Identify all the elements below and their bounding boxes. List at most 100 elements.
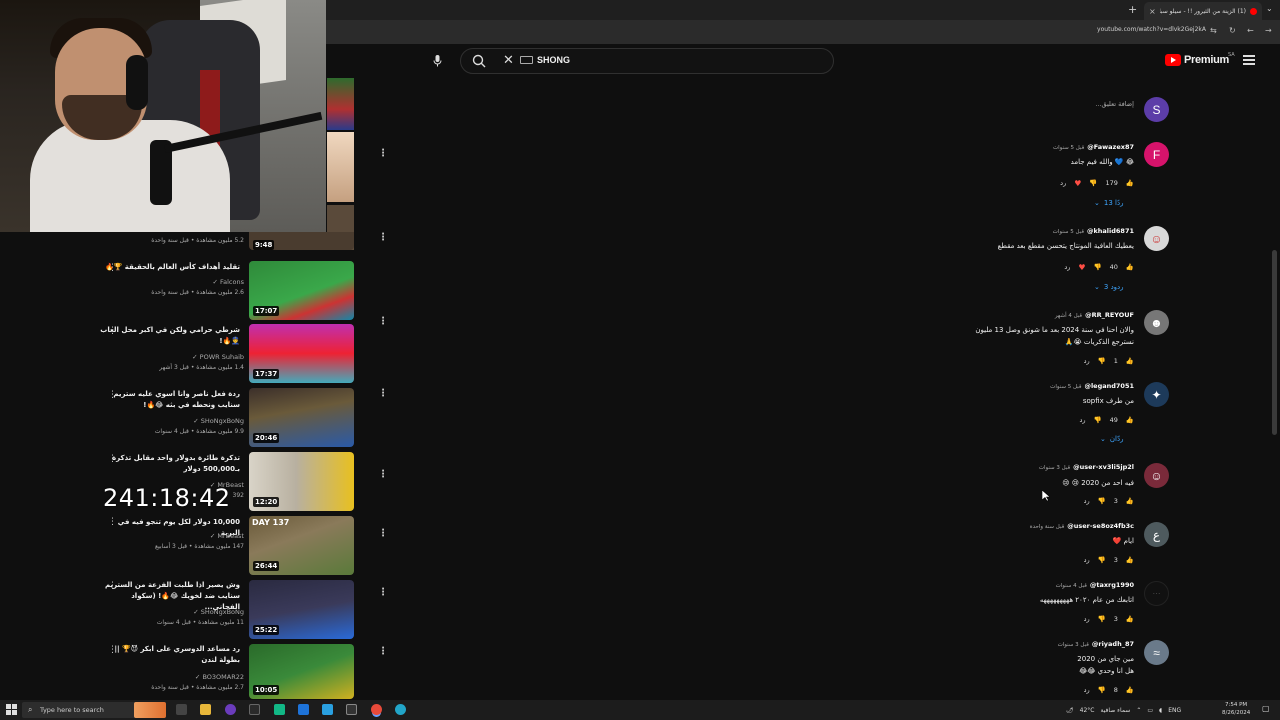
telegram-icon[interactable]	[322, 704, 333, 715]
search-icon[interactable]	[472, 53, 486, 72]
reply-button[interactable]: رد	[1079, 416, 1085, 424]
like-icon[interactable]: 👍	[1126, 179, 1134, 187]
windows-start-icon[interactable]	[6, 704, 17, 715]
back-icon[interactable]: ←	[1247, 26, 1254, 35]
video-title[interactable]: ردة فعل ناصر وانا اسوي عليه ستريم سنايب …	[100, 389, 240, 411]
video-title[interactable]: رد مساعد الدوسري على ابكر 😈🏆 || بطولة لن…	[100, 644, 240, 666]
forward-icon[interactable]: →	[1265, 26, 1272, 35]
comment-more-icon[interactable]: ⋮	[378, 148, 388, 159]
like-icon[interactable]: 👍	[1126, 497, 1134, 505]
reply-button[interactable]: رد	[1084, 497, 1090, 505]
new-tab-button[interactable]: +	[1128, 3, 1137, 16]
system-tray: 🌶 42°C سماء صافية ⌃ ▭ ◖ ENG	[1066, 703, 1181, 717]
app-icon[interactable]	[225, 704, 236, 715]
menu-icon[interactable]	[1243, 55, 1255, 67]
comment-more-icon[interactable]: ⋮	[378, 587, 388, 598]
add-comment-field[interactable]: إضافة تعليق...	[1095, 98, 1134, 110]
dislike-icon[interactable]: 👎	[1098, 357, 1106, 365]
comment-avatar[interactable]: ✦	[1144, 382, 1169, 407]
keyboard-icon[interactable]	[520, 56, 533, 64]
page-scrollbar[interactable]	[1272, 250, 1277, 435]
video-thumbnail[interactable]: 12:20	[249, 452, 354, 511]
comment-more-icon[interactable]: ⋮	[378, 528, 388, 539]
tab-close-icon[interactable]: ×	[1149, 7, 1156, 16]
comment-avatar[interactable]: ☺	[1144, 463, 1169, 488]
video-thumbnail[interactable]: 17:37	[249, 324, 354, 383]
comment-more-icon[interactable]: ⋮	[378, 469, 388, 480]
replies-toggle[interactable]: ⌄ ردّان	[1100, 435, 1123, 443]
dislike-icon[interactable]: 👎	[1094, 416, 1102, 424]
app-icon[interactable]	[249, 704, 260, 715]
like-icon[interactable]: 👍	[1126, 686, 1134, 694]
video-channel[interactable]: ✓ SHoNgxBoNg	[193, 608, 244, 616]
like-icon[interactable]: 👍	[1126, 615, 1134, 623]
comment-avatar[interactable]: ☻	[1144, 310, 1169, 335]
reply-button[interactable]: رد	[1064, 263, 1070, 271]
task-view-icon[interactable]	[176, 704, 187, 715]
video-title[interactable]: شرطي حرامي ولكن في اكبر محل العاب 👮🔥!	[100, 325, 240, 347]
replies-toggle[interactable]: ⌄ 3 ردود	[1094, 283, 1124, 291]
comment-more-icon[interactable]: ⋮	[378, 232, 388, 243]
voice-search-icon[interactable]	[427, 51, 447, 71]
replies-toggle[interactable]: ⌄ 13 ردًا	[1094, 199, 1123, 207]
comment-avatar[interactable]: ···	[1144, 581, 1169, 606]
comment-avatar[interactable]: ≈	[1144, 640, 1169, 665]
clear-search-icon[interactable]: ✕	[503, 54, 514, 67]
video-thumbnail[interactable]: DAY 137 26:44	[249, 516, 354, 575]
comment-more-icon[interactable]: ⋮	[378, 388, 388, 399]
app-icon[interactable]	[274, 704, 285, 715]
comment-avatar[interactable]: F	[1144, 142, 1169, 167]
taskbar-clock[interactable]: 7:54 PM 8/26/2024	[1222, 701, 1250, 717]
like-icon[interactable]: 👍	[1126, 263, 1134, 271]
reply-button[interactable]: رد	[1084, 686, 1090, 694]
comment-more-icon[interactable]: ⋮	[378, 646, 388, 657]
language-indicator[interactable]: ENG	[1168, 707, 1181, 714]
like-icon[interactable]: 👍	[1126, 357, 1134, 365]
app-icon[interactable]	[346, 704, 357, 715]
search-value[interactable]: SHONG	[537, 55, 570, 65]
video-thumbnail[interactable]: 17:07	[249, 261, 354, 320]
extensions-icon[interactable]: ⇆	[1210, 26, 1217, 35]
url-field[interactable]: youtube.com/watch?v=dlvk2Gej2kA	[1060, 26, 1206, 38]
reply-button[interactable]: رد	[1084, 615, 1090, 623]
reply-button[interactable]: رد	[1084, 357, 1090, 365]
like-icon[interactable]: 👍	[1126, 556, 1134, 564]
video-title[interactable]: تذكرة طائرة بدولار واحد مقابل تذكرة بـ50…	[100, 453, 240, 475]
edge-icon[interactable]	[395, 704, 406, 715]
video-channel[interactable]: ✓ BO3OMAR22	[195, 673, 244, 681]
volume-icon[interactable]: ◖	[1159, 707, 1162, 714]
network-icon[interactable]: ▭	[1147, 707, 1153, 714]
video-channel[interactable]: ✓ MrBeast	[210, 532, 244, 540]
dislike-icon[interactable]: 👎	[1098, 556, 1106, 564]
comment-avatar[interactable]: ☺	[1144, 226, 1169, 251]
tray-chevron-icon[interactable]: ⌃	[1136, 707, 1141, 714]
reply-button[interactable]: رد	[1084, 556, 1090, 564]
dislike-icon[interactable]: 👎	[1089, 179, 1097, 187]
dislike-icon[interactable]: 👎	[1094, 263, 1102, 271]
search-input[interactable]	[460, 48, 834, 74]
video-thumbnail[interactable]: 9:48	[249, 232, 354, 250]
video-title[interactable]: تقليد أهداف كأس العالم بالحقيقة 🏆🔥	[100, 262, 240, 273]
like-icon[interactable]: 👍	[1126, 416, 1134, 424]
comment-avatar[interactable]: ع	[1144, 522, 1169, 547]
notification-icon[interactable]: ▢	[1262, 704, 1270, 713]
video-thumbnail[interactable]: 25:22	[249, 580, 354, 639]
youtube-premium-logo[interactable]: Premium	[1165, 54, 1229, 66]
app-icon[interactable]	[298, 704, 309, 715]
browser-tab[interactable]: (1) الزينة من الثيرور !! - سيلو سبك ×	[1144, 2, 1262, 20]
reload-icon[interactable]: ↻	[1229, 26, 1236, 35]
video-channel[interactable]: ✓ SHoNgxBoNg	[193, 417, 244, 425]
video-channel[interactable]: ✓ Falcons	[212, 278, 244, 286]
video-thumbnail[interactable]: 10:05	[249, 644, 354, 699]
taskbar-widget-icon[interactable]	[134, 702, 166, 718]
reply-button[interactable]: رد	[1060, 179, 1066, 187]
dislike-icon[interactable]: 👎	[1098, 497, 1106, 505]
video-thumbnail[interactable]: 20:46	[249, 388, 354, 447]
dislike-icon[interactable]: 👎	[1098, 615, 1106, 623]
dislike-icon[interactable]: 👎	[1098, 686, 1106, 694]
file-explorer-icon[interactable]	[200, 704, 211, 715]
chrome-icon[interactable]	[371, 704, 382, 715]
video-channel[interactable]: ✓ POWR Suhaib	[192, 353, 244, 361]
comment-more-icon[interactable]: ⋮	[378, 316, 388, 327]
tab-search-icon[interactable]: ⌄	[1266, 4, 1273, 13]
